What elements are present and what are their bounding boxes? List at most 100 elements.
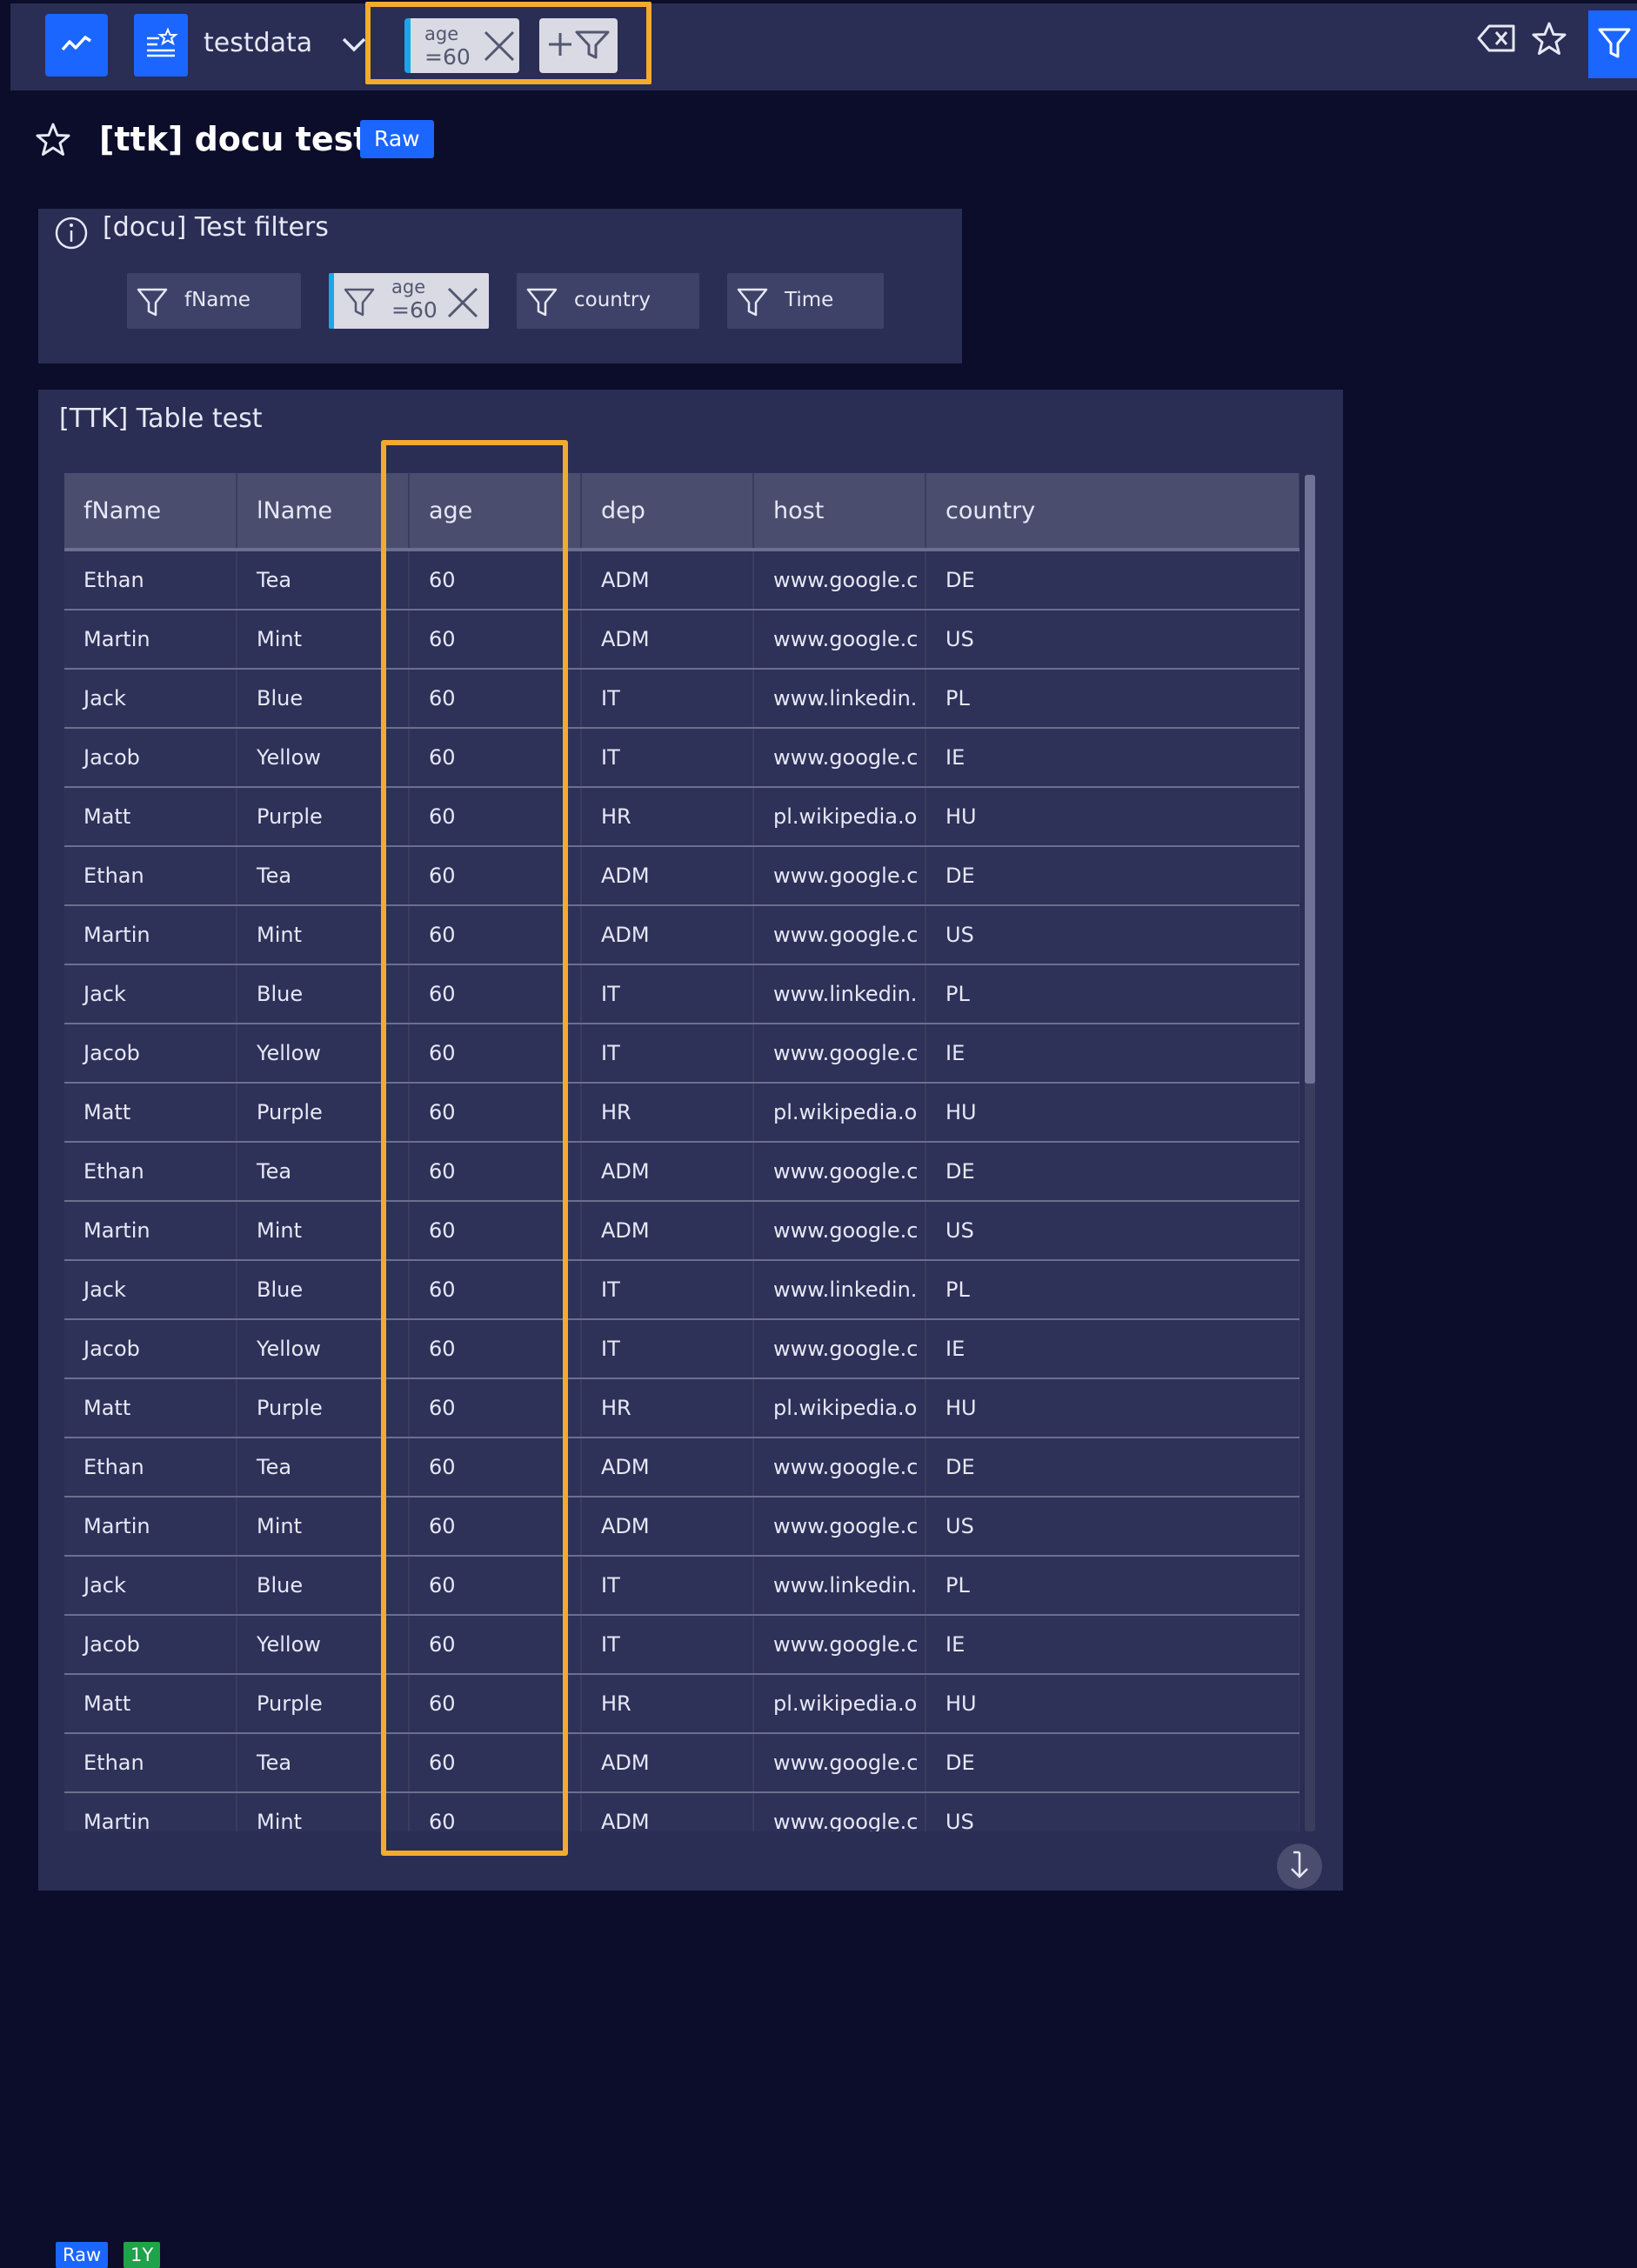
clear-filters-icon[interactable]	[1477, 21, 1517, 59]
filter-chip-age[interactable]: age =60	[329, 273, 489, 329]
app-menu-button[interactable]	[45, 14, 108, 77]
table-row[interactable]: Ethan Tea 60 ADM www.google.c DE	[64, 1733, 1300, 1793]
table-cell-country: IE	[925, 1024, 1300, 1084]
table-row[interactable]: Jack Blue 60 IT www.linkedin. PL	[64, 1260, 1300, 1320]
table-cell-dep: IT	[581, 1260, 754, 1320]
table-cell-host: www.linkedin.	[753, 1556, 926, 1616]
table-cell-fname: Matt	[64, 1083, 237, 1143]
table-scrollbar-thumb[interactable]	[1305, 475, 1315, 1084]
filter-icon	[343, 285, 376, 322]
info-icon[interactable]	[52, 214, 90, 256]
filter-chip-time[interactable]: Time	[727, 273, 884, 329]
table-row[interactable]: Martin Mint 60 ADM www.google.c US	[64, 610, 1300, 670]
table-row[interactable]: Jacob Yellow 60 IT www.google.c IE	[64, 1319, 1300, 1379]
datasource-name[interactable]: testdata	[204, 28, 312, 58]
table-cell-country: US	[925, 905, 1300, 965]
table-cell-dep: IT	[581, 964, 754, 1024]
table-cell-country: US	[925, 610, 1300, 670]
close-icon[interactable]	[445, 285, 480, 324]
column-header-host[interactable]: host	[753, 473, 926, 551]
table-cell-fname: Jacob	[64, 1615, 237, 1675]
table-row[interactable]: Martin Mint 60 ADM www.google.c US	[64, 905, 1300, 965]
filter-chip-fname[interactable]: fName	[127, 273, 301, 329]
filter-icon	[525, 285, 558, 322]
table-row[interactable]: Jack Blue 60 IT www.linkedin. PL	[64, 669, 1300, 729]
table-row[interactable]: Ethan Tea 60 ADM www.google.c DE	[64, 1142, 1300, 1202]
age-column-highlight-frame	[381, 440, 568, 1856]
table-row[interactable]: Martin Mint 60 ADM www.google.c US	[64, 1792, 1300, 1831]
table-cell-country: IE	[925, 1615, 1300, 1675]
table-widget: [TTK] Table test fName lName age dep host cou…	[38, 390, 1343, 2268]
star-icon[interactable]	[1531, 21, 1567, 61]
table-row[interactable]: Jacob Yellow 60 IT www.google.c IE	[64, 1024, 1300, 1084]
raw-badge: Raw	[360, 120, 434, 158]
scroll-down-button[interactable]	[1277, 1844, 1322, 1889]
table-cell-fname: Ethan	[64, 550, 237, 610]
filter-panel-toggle-button[interactable]	[1588, 10, 1637, 78]
table-cell-host: www.google.c	[753, 550, 926, 610]
table-cell-host: www.google.c	[753, 1438, 926, 1498]
table-cell-country: US	[925, 1497, 1300, 1557]
table-cell-fname: Jacob	[64, 1319, 237, 1379]
favorite-star-icon[interactable]	[35, 122, 71, 162]
table-cell-country: DE	[925, 1438, 1300, 1498]
footer-raw-badge: Raw	[56, 2242, 109, 2268]
filter-widget-title: [docu] Test filters	[103, 212, 329, 243]
table-row[interactable]: Martin Mint 60 ADM www.google.c US	[64, 1497, 1300, 1557]
table-cell-fname: Matt	[64, 1674, 237, 1734]
table-cell-country: IE	[925, 1319, 1300, 1379]
table-row[interactable]: Ethan Tea 60 ADM www.google.c DE	[64, 1438, 1300, 1498]
table-cell-dep: HR	[581, 1083, 754, 1143]
table-row[interactable]: Matt Purple 60 HR pl.wikipedia.o HU	[64, 1083, 1300, 1143]
table-row[interactable]: Jacob Yellow 60 IT www.google.c IE	[64, 728, 1300, 788]
table-cell-host: www.google.c	[753, 1142, 926, 1202]
table-cell-dep: ADM	[581, 905, 754, 965]
table-cell-host: www.google.c	[753, 1319, 926, 1379]
column-header-dep[interactable]: dep	[581, 473, 754, 551]
table-cell-host: pl.wikipedia.o	[753, 1378, 926, 1438]
table-row[interactable]: Jack Blue 60 IT www.linkedin. PL	[64, 964, 1300, 1024]
table-cell-fname: Ethan	[64, 846, 237, 906]
table-cell-fname: Ethan	[64, 1733, 237, 1793]
table-cell-dep: ADM	[581, 1792, 754, 1831]
filter-widget: [docu] Test filters fName age =60 countr…	[38, 209, 962, 364]
column-header-country[interactable]: country	[925, 473, 1300, 551]
table-cell-host: www.google.c	[753, 1201, 926, 1261]
table-cell-fname: Jack	[64, 964, 237, 1024]
table-cell-dep: ADM	[581, 550, 754, 610]
table-row[interactable]: Jacob Yellow 60 IT www.google.c IE	[64, 1615, 1300, 1675]
chevron-down-icon[interactable]	[339, 30, 369, 63]
table-cell-country: PL	[925, 1260, 1300, 1320]
table-cell-host: www.linkedin.	[753, 964, 926, 1024]
dashboard-icon	[144, 26, 178, 64]
filter-chip-label: Time	[785, 289, 834, 311]
datasource-icon-button[interactable]	[134, 14, 188, 77]
table-cell-country: PL	[925, 669, 1300, 729]
table-row[interactable]: Matt Purple 60 HR pl.wikipedia.o HU	[64, 1378, 1300, 1438]
table-row[interactable]: Jack Blue 60 IT www.linkedin. PL	[64, 1556, 1300, 1616]
table-cell-dep: HR	[581, 1674, 754, 1734]
filter-chip-country[interactable]: country	[517, 273, 699, 329]
table-cell-dep: IT	[581, 1024, 754, 1084]
table-cell-dep: ADM	[581, 1438, 754, 1498]
table-cell-country: DE	[925, 550, 1300, 610]
table-cell-host: www.google.c	[753, 728, 926, 788]
table-cell-country: DE	[925, 1142, 1300, 1202]
table-row[interactable]: Ethan Tea 60 ADM www.google.c DE	[64, 846, 1300, 906]
table-cell-dep: HR	[581, 1378, 754, 1438]
table-cell-fname: Jack	[64, 669, 237, 729]
table-cell-dep: ADM	[581, 1201, 754, 1261]
table-row[interactable]: Matt Purple 60 HR pl.wikipedia.o HU	[64, 787, 1300, 847]
table-row[interactable]: Matt Purple 60 HR pl.wikipedia.o HU	[64, 1674, 1300, 1734]
table-row[interactable]: Martin Mint 60 ADM www.google.c US	[64, 1201, 1300, 1261]
table-cell-country: PL	[925, 964, 1300, 1024]
table-cell-host: pl.wikipedia.o	[753, 1674, 926, 1734]
table-cell-country: HU	[925, 787, 1300, 847]
table-cell-dep: ADM	[581, 610, 754, 670]
table-cell-country: US	[925, 1792, 1300, 1831]
table-cell-dep: IT	[581, 1556, 754, 1616]
column-header-fname[interactable]: fName	[64, 473, 237, 551]
table-cell-fname: Ethan	[64, 1438, 237, 1498]
table-row[interactable]: Ethan Tea 60 ADM www.google.c DE	[64, 550, 1300, 610]
page-title: [ttk] docu test	[99, 120, 370, 158]
